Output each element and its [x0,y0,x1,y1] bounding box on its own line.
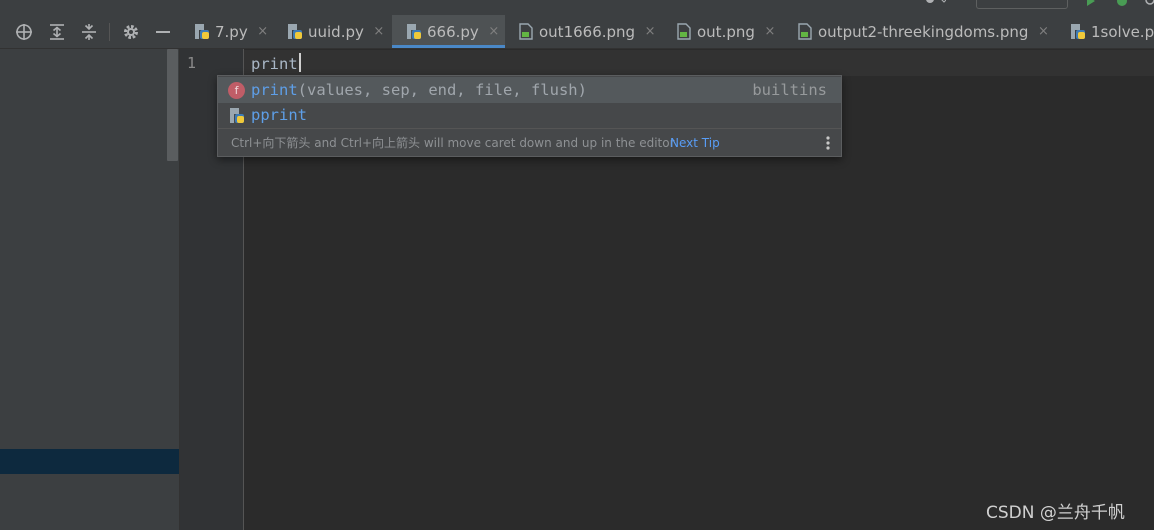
tip-text: Ctrl+向下箭头 and Ctrl+向上箭头 will move caret … [231,136,675,150]
debug-icon[interactable] [1116,0,1128,6]
tab-label: 7.py [215,22,248,41]
run-icon[interactable] [1086,0,1096,6]
tab-7-py[interactable]: 7.py × [180,15,269,48]
image-file-icon [798,23,812,40]
close-icon[interactable]: × [488,24,500,39]
project-panel [0,49,180,530]
search-icon[interactable] [1144,0,1154,6]
line-number: 1 [187,54,197,72]
completion-type: builtins [752,81,827,99]
tab-out-png[interactable]: out.png × [662,15,776,48]
toolbar-separator [109,23,110,41]
close-icon[interactable]: × [1037,24,1049,39]
completion-tip-bar: Ctrl+向下箭头 and Ctrl+向上箭头 will move caret … [218,128,841,156]
collapse-all-icon[interactable] [79,22,99,42]
python-file-icon [1071,24,1085,39]
completion-params: (values, sep, end, file, flush) [297,81,587,99]
completion-item-pprint[interactable]: pprint [218,102,841,128]
run-configuration-selector[interactable] [976,0,1068,9]
text-caret [298,53,301,72]
current-line-highlight [244,50,1154,76]
next-tip-link[interactable]: Next Tip [670,136,720,150]
completion-text: pprint [251,106,307,124]
minimize-icon[interactable] [153,22,173,42]
python-file-icon [195,24,209,39]
project-tool-header [0,15,180,49]
code-completion-popup: f print(values, sep, end, file, flush) b… [217,75,842,157]
code-text: print [251,55,298,73]
image-file-icon [519,23,533,40]
editor-tab-bar: 7.py × uuid.py × 666.py × out1666.png × … [180,15,1154,49]
completion-match: p [251,106,261,124]
main-toolbar [0,0,1154,15]
image-file-icon [677,23,691,40]
tab-label: out1666.png [539,22,636,41]
expand-all-icon[interactable] [47,22,67,42]
tab-out1666-png[interactable]: out1666.png × [504,15,656,48]
python-file-icon [288,24,302,39]
tab-uuid-py[interactable]: uuid.py × [273,15,385,48]
project-tree-selected-row[interactable] [0,449,179,474]
tab-output2-threekingdoms-png[interactable]: output2-threekingdoms.png × [783,15,1049,48]
tab-1solve-py[interactable]: 1solve.py [1056,15,1154,48]
watermark: CSDN @兰舟千帆 [986,503,1125,523]
close-icon[interactable]: × [764,24,776,39]
gear-icon[interactable] [121,22,141,42]
close-icon[interactable]: × [644,24,656,39]
project-scrollbar[interactable] [167,49,178,161]
completion-rest: print [260,106,308,124]
crosshair-icon[interactable] [14,22,34,42]
user-icon[interactable] [922,0,946,6]
tab-label: output2-threekingdoms.png [818,22,1029,41]
completion-item-print[interactable]: f print(values, sep, end, file, flush) b… [218,77,841,103]
close-icon[interactable]: × [373,24,385,39]
close-icon[interactable]: × [257,24,269,39]
function-icon: f [228,81,245,99]
tab-label: 666.py [427,22,479,41]
code-line[interactable]: print [251,53,301,73]
more-options-icon[interactable] [822,135,834,151]
completion-text: print(values, sep, end, file, flush) [251,81,587,99]
tab-label: 1solve.py [1091,22,1154,41]
tab-label: out.png [697,22,755,41]
python-file-icon [407,24,421,39]
completion-match: print [251,81,298,99]
python-module-icon [230,107,244,123]
tab-label: uuid.py [308,22,364,41]
tab-666-py[interactable]: 666.py × [392,15,505,48]
